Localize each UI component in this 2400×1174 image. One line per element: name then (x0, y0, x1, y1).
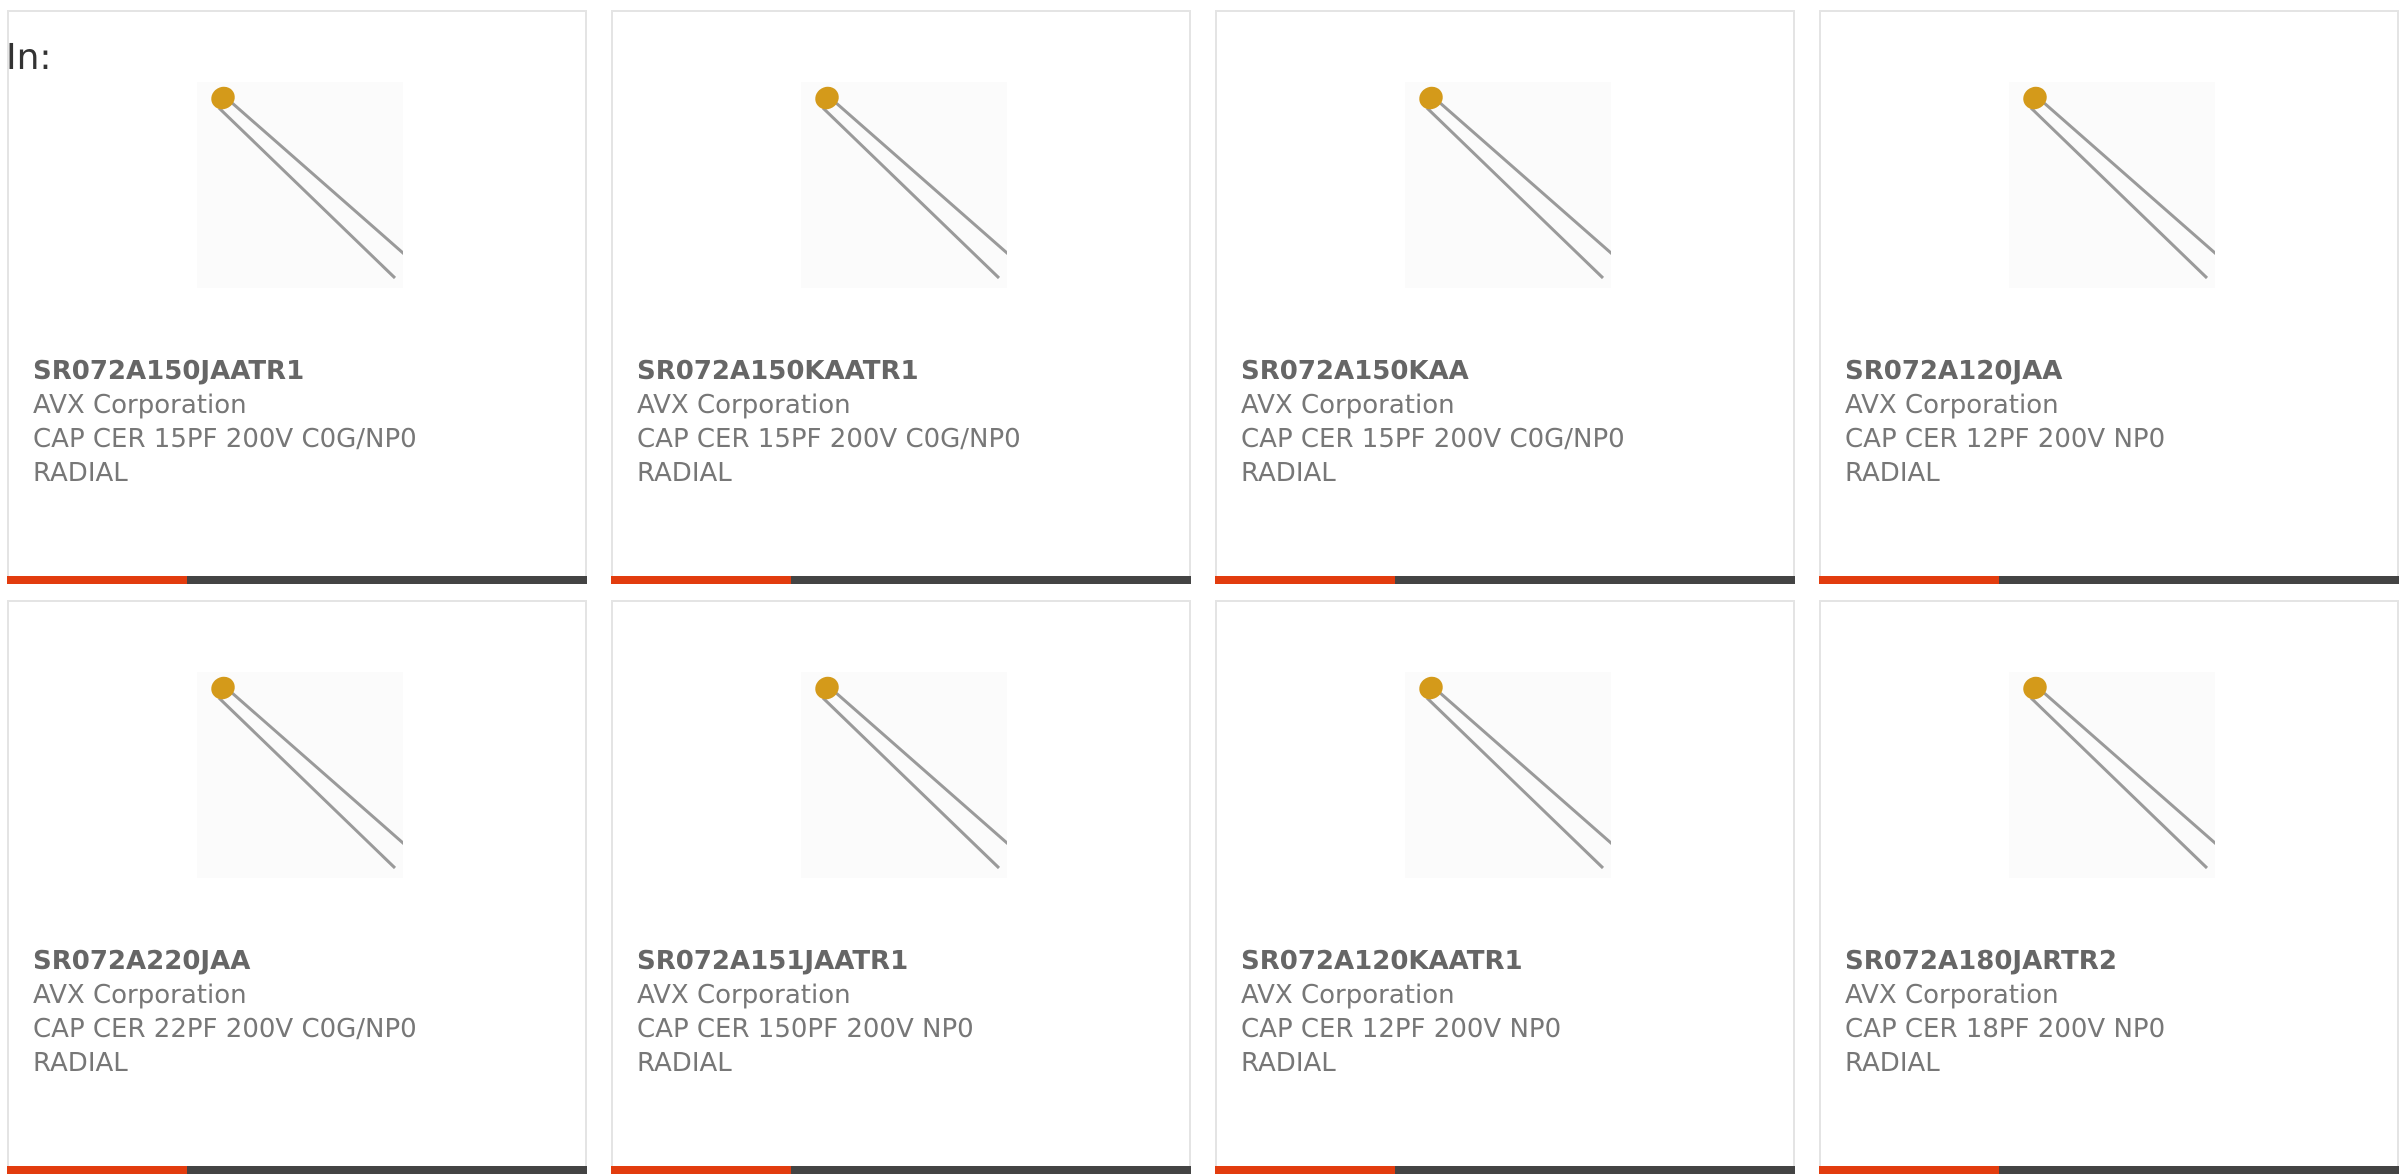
product-card[interactable]: SR072A151JAATR1 AVX Corporation CAP CER … (611, 600, 1191, 1174)
product-card[interactable]: SR072A150KAATR1 AVX Corporation CAP CER … (611, 10, 1191, 584)
accent-bar (611, 1166, 1191, 1174)
product-image[interactable] (197, 672, 403, 878)
description: CAP CER 12PF 200V NP0 RADIAL (1241, 1014, 1562, 1078)
product-card[interactable]: SR072A150KAA AVX Corporation CAP CER 15P… (1215, 10, 1795, 584)
part-number[interactable]: SR072A120JAA (1845, 354, 2062, 388)
accent-bar (7, 1166, 587, 1174)
description: CAP CER 15PF 200V C0G/NP0 RADIAL (637, 424, 1021, 488)
part-number[interactable]: SR072A150KAATR1 (637, 354, 919, 388)
radial-capacitor-icon (2023, 676, 2215, 870)
product-card[interactable]: SR072A120KAATR1 AVX Corporation CAP CER … (1215, 600, 1795, 1174)
accent-bar-fill (7, 576, 187, 584)
product-image[interactable] (1405, 672, 1611, 878)
in-label: In: (6, 37, 52, 78)
description: CAP CER 22PF 200V C0G/NP0 RADIAL (33, 1014, 417, 1078)
part-number[interactable]: SR072A150KAA (1241, 354, 1469, 388)
manufacturer: AVX Corporation (33, 980, 247, 1010)
accent-bar-fill (1215, 1166, 1395, 1174)
manufacturer: AVX Corporation (1845, 980, 2059, 1010)
description: CAP CER 15PF 200V C0G/NP0 RADIAL (1241, 424, 1625, 488)
accent-bar-fill (1819, 1166, 1999, 1174)
description: CAP CER 18PF 200V NP0 RADIAL (1845, 1014, 2166, 1078)
part-number[interactable]: SR072A150JAATR1 (33, 354, 304, 388)
accent-bar (1215, 1166, 1795, 1174)
part-number[interactable]: SR072A180JARTR2 (1845, 944, 2117, 978)
manufacturer: AVX Corporation (637, 390, 851, 420)
part-number[interactable]: SR072A120KAATR1 (1241, 944, 1523, 978)
accent-bar-fill (611, 576, 791, 584)
radial-capacitor-icon (211, 86, 403, 280)
description: CAP CER 150PF 200V NP0 RADIAL (637, 1014, 974, 1078)
product-card[interactable]: SR072A180JARTR2 AVX Corporation CAP CER … (1819, 600, 2399, 1174)
description: CAP CER 12PF 200V NP0 RADIAL (1845, 424, 2166, 488)
manufacturer: AVX Corporation (1241, 980, 1455, 1010)
manufacturer: AVX Corporation (637, 980, 851, 1010)
product-card[interactable]: SR072A150JAATR1 AVX Corporation CAP CER … (7, 10, 587, 584)
accent-bar-fill (1215, 576, 1395, 584)
product-image[interactable] (801, 82, 1007, 288)
accent-bar-fill (7, 1166, 187, 1174)
description: CAP CER 15PF 200V C0G/NP0 RADIAL (33, 424, 417, 488)
part-number[interactable]: SR072A151JAATR1 (637, 944, 908, 978)
product-card[interactable]: SR072A220JAA AVX Corporation CAP CER 22P… (7, 600, 587, 1174)
radial-capacitor-icon (211, 676, 403, 870)
product-image[interactable] (2009, 82, 2215, 288)
manufacturer: AVX Corporation (1241, 390, 1455, 420)
manufacturer: AVX Corporation (1845, 390, 2059, 420)
radial-capacitor-icon (815, 676, 1007, 870)
accent-bar (1215, 576, 1795, 584)
accent-bar-fill (611, 1166, 791, 1174)
radial-capacitor-icon (1419, 86, 1611, 280)
accent-bar (7, 576, 587, 584)
product-grid: SR072A150JAATR1 AVX Corporation CAP CER … (7, 10, 2400, 1174)
accent-bar (1819, 1166, 2399, 1174)
product-image[interactable] (197, 82, 403, 288)
radial-capacitor-icon (1419, 676, 1611, 870)
accent-bar-fill (1819, 576, 1999, 584)
product-image[interactable] (1405, 82, 1611, 288)
accent-bar (611, 576, 1191, 584)
product-card[interactable]: SR072A120JAA AVX Corporation CAP CER 12P… (1819, 10, 2399, 584)
product-image[interactable] (2009, 672, 2215, 878)
radial-capacitor-icon (815, 86, 1007, 280)
part-number[interactable]: SR072A220JAA (33, 944, 250, 978)
manufacturer: AVX Corporation (33, 390, 247, 420)
product-image[interactable] (801, 672, 1007, 878)
accent-bar (1819, 576, 2399, 584)
radial-capacitor-icon (2023, 86, 2215, 280)
